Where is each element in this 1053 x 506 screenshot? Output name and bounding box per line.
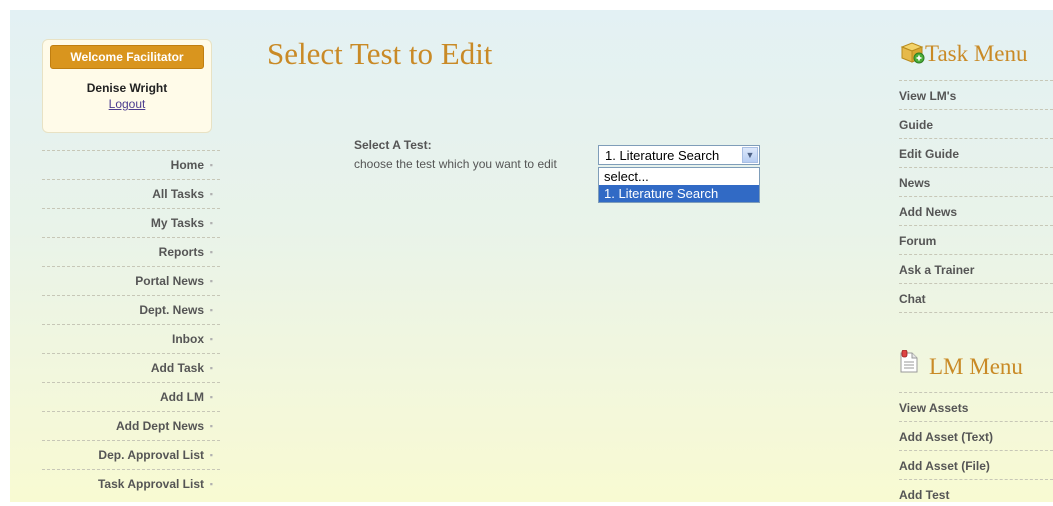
nav-item-label: Reports [158, 245, 204, 259]
welcome-badge: Welcome Facilitator [50, 45, 204, 69]
dropdown-option-placeholder[interactable]: select... [599, 168, 759, 185]
package-add-icon [900, 42, 925, 64]
nav-item-label: Dept. News [139, 303, 204, 317]
select-test-label: Select A Test: [354, 138, 432, 152]
nav-item-label: My Tasks [150, 216, 204, 230]
page-title: Select Test to Edit [267, 36, 493, 71]
chevron-down-icon[interactable]: ▼ [742, 147, 758, 163]
nav-item-label: Add Task [150, 361, 204, 375]
task-menu-title: Task Menu [925, 41, 1028, 66]
nav-item-label: All Tasks [152, 187, 204, 201]
nav-item-inbox[interactable]: Inbox ▪ [42, 324, 220, 353]
task-menu-item-view-lms[interactable]: View LM's [899, 80, 1053, 109]
bullet-icon: ▪ [209, 421, 213, 431]
select-test-hint: choose the test which you want to edit [354, 157, 557, 171]
task-menu: View LM's Guide Edit Guide News Add News… [899, 80, 1053, 313]
task-menu-item-chat[interactable]: Chat [899, 283, 1053, 313]
lm-menu-heading: LM Menu [899, 349, 1023, 380]
welcome-box: Welcome Facilitator Denise Wright Logout [42, 39, 212, 133]
bullet-icon: ▪ [209, 276, 213, 286]
nav-item-task-approval-list[interactable]: Task Approval List ▪ [42, 469, 220, 498]
test-select-value: 1. Literature Search [605, 148, 720, 163]
nav-item-label: Inbox [172, 332, 204, 346]
nav-item-add-lm[interactable]: Add LM ▪ [42, 382, 220, 411]
task-menu-item-guide[interactable]: Guide [899, 109, 1053, 138]
nav-item-label: Dep. Approval List [98, 448, 204, 462]
lm-menu-item-add-test[interactable]: Add Test [899, 479, 1053, 502]
lm-menu-item-add-asset-text[interactable]: Add Asset (Text) [899, 421, 1053, 450]
nav-item-label: Home [170, 158, 204, 172]
bullet-icon: ▪ [209, 218, 213, 228]
test-select-dropdown: select... 1. Literature Search [598, 167, 760, 203]
nav-item-my-tasks[interactable]: My Tasks ▪ [42, 208, 220, 237]
task-menu-item-ask-a-trainer[interactable]: Ask a Trainer [899, 254, 1053, 283]
nav-item-add-task[interactable]: Add Task ▪ [42, 353, 220, 382]
bullet-icon: ▪ [209, 247, 213, 257]
task-menu-heading: Task Menu [899, 40, 1028, 67]
nav-item-all-tasks[interactable]: All Tasks ▪ [42, 179, 220, 208]
lm-menu: View Assets Add Asset (Text) Add Asset (… [899, 392, 1053, 502]
bullet-icon: ▪ [209, 363, 213, 373]
logout-link[interactable]: Logout [109, 97, 146, 111]
user-name: Denise Wright [86, 81, 168, 95]
bullet-icon: ▪ [209, 160, 213, 170]
nav-item-dept-news[interactable]: Dept. News ▪ [42, 295, 220, 324]
bullet-icon: ▪ [209, 479, 213, 489]
nav-item-reports[interactable]: Reports ▪ [42, 237, 220, 266]
left-nav: Home ▪ All Tasks ▪ My Tasks ▪ Reports ▪ Port… [42, 150, 220, 498]
lm-menu-item-view-assets[interactable]: View Assets [899, 392, 1053, 421]
nav-item-home[interactable]: Home ▪ [42, 150, 220, 179]
task-menu-item-news[interactable]: News [899, 167, 1053, 196]
bullet-icon: ▪ [209, 334, 213, 344]
bullet-icon: ▪ [209, 450, 213, 460]
nav-item-portal-news[interactable]: Portal News ▪ [42, 266, 220, 295]
lm-menu-title: LM Menu [929, 354, 1023, 379]
nav-item-label: Task Approval List [97, 477, 204, 491]
document-icon [900, 349, 918, 373]
task-menu-item-edit-guide[interactable]: Edit Guide [899, 138, 1053, 167]
nav-item-label: Portal News [135, 274, 204, 288]
nav-item-dep-approval-list[interactable]: Dep. Approval List ▪ [42, 440, 220, 469]
bullet-icon: ▪ [209, 305, 213, 315]
lm-menu-item-add-asset-file[interactable]: Add Asset (File) [899, 450, 1053, 479]
nav-item-add-dept-news[interactable]: Add Dept News ▪ [42, 411, 220, 440]
task-menu-item-forum[interactable]: Forum [899, 225, 1053, 254]
dropdown-option-literature-search[interactable]: 1. Literature Search [599, 185, 759, 202]
bullet-icon: ▪ [209, 392, 213, 402]
test-select[interactable]: 1. Literature Search ▼ [598, 145, 760, 165]
nav-item-label: Add LM [160, 390, 204, 404]
nav-item-label: Add Dept News [115, 419, 204, 433]
task-menu-item-add-news[interactable]: Add News [899, 196, 1053, 225]
page: Welcome Facilitator Denise Wright Logout… [10, 10, 1053, 502]
bullet-icon: ▪ [209, 189, 213, 199]
